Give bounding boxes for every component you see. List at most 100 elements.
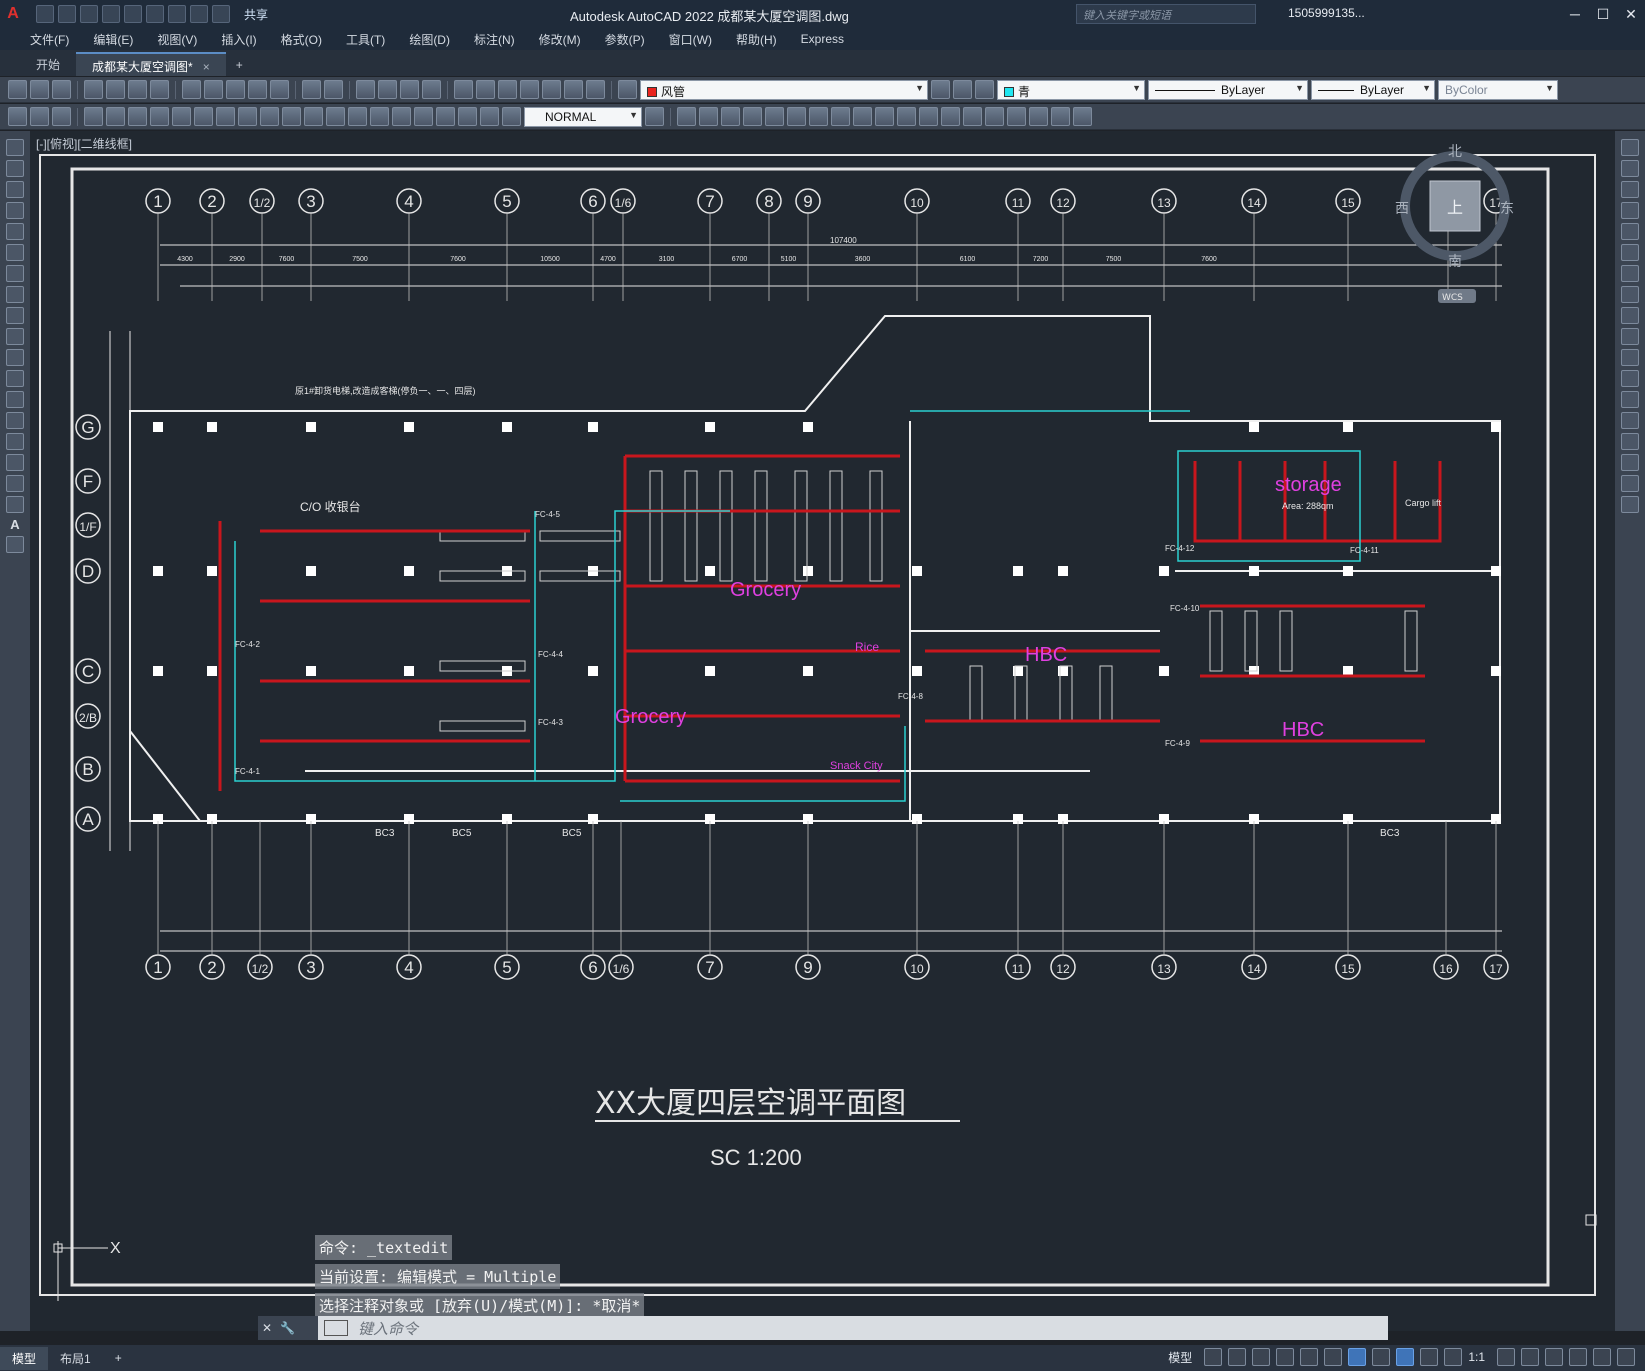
menu-draw[interactable]: 绘图(D) [397,31,462,48]
make-block-icon[interactable] [6,391,24,408]
modify-19-icon[interactable] [1073,107,1092,126]
make-current-layer-icon[interactable] [931,80,950,99]
diameter-dim-icon[interactable] [216,107,235,126]
trim-icon[interactable] [1621,328,1639,345]
minimize-button[interactable]: ─ [1561,0,1589,28]
snap-icon[interactable] [1228,1348,1247,1366]
array-icon[interactable] [1621,223,1639,240]
annotation-monitor-icon[interactable] [1521,1348,1539,1366]
lineweight-icon[interactable] [1372,1348,1391,1366]
color-dropdown[interactable]: 青 ▼ [997,79,1145,100]
layer-match-icon[interactable] [8,107,27,126]
command-input[interactable]: 键入命令 [348,1318,418,1339]
extend-icon[interactable] [1621,349,1639,366]
help-icon[interactable] [586,80,605,99]
layer-dropdown[interactable]: 风管 ▼ [640,79,928,100]
menu-tools[interactable]: 工具(T) [334,31,397,48]
baseline-dim-icon[interactable] [282,107,301,126]
auto-scale-icon[interactable] [1420,1348,1439,1366]
modify-5-icon[interactable] [765,107,784,126]
chamfer-icon[interactable] [1621,433,1639,450]
layer-state-icon[interactable] [975,80,994,99]
menu-parametric[interactable]: 参数(P) [593,31,657,48]
menu-express[interactable]: Express [789,32,856,46]
print-icon[interactable] [84,80,103,99]
add-layout-button[interactable]: + [103,1348,134,1368]
menu-edit[interactable]: 编辑(E) [81,31,145,48]
add-selected-icon[interactable] [6,536,24,553]
continue-dim-icon[interactable] [304,107,323,126]
modify-10-icon[interactable] [875,107,894,126]
quick-dim-icon[interactable] [260,107,279,126]
redo-icon[interactable] [212,5,230,23]
tolerance-icon[interactable] [370,107,389,126]
ellipse-icon[interactable] [6,328,24,345]
modify-17-icon[interactable] [1029,107,1048,126]
line-icon[interactable] [6,139,24,156]
drawing-canvas[interactable]: [-][俯视][二维线框] 107400 1 2 1/2 3 4 5 6 1/6… [30,131,1615,1331]
center-mark-icon[interactable] [392,107,411,126]
layer-unisolate-icon[interactable] [52,107,71,126]
open-file-icon[interactable] [30,80,49,99]
properties-icon[interactable] [454,80,473,99]
isolate-objects-icon[interactable] [1545,1348,1563,1366]
open-web-icon[interactable] [124,5,142,23]
linetype-dropdown[interactable]: ByLayer ▼ [1148,79,1308,100]
menu-dimension[interactable]: 标注(N) [462,31,527,48]
user-account[interactable]: 1505999135... [1288,6,1365,20]
sheet-set-icon[interactable] [520,80,539,99]
layer-iso-icon[interactable] [30,107,49,126]
layer-previous-icon[interactable] [953,80,972,99]
zoom-window-icon[interactable] [400,80,419,99]
hatch-icon[interactable] [6,433,24,450]
autocad-logo-icon[interactable]: A [0,0,26,28]
modify-7-icon[interactable] [809,107,828,126]
menu-format[interactable]: 格式(O) [269,31,334,48]
viewcube-west[interactable]: 西 [1395,201,1409,217]
jogged-linear-icon[interactable] [436,107,455,126]
break-icon[interactable] [1621,391,1639,408]
revcloud-icon[interactable] [6,286,24,303]
modify-16-icon[interactable] [1007,107,1026,126]
arc-icon[interactable] [6,244,24,261]
3d-print-icon[interactable] [150,80,169,99]
arc-length-icon[interactable] [128,107,147,126]
linear-dim-icon[interactable] [84,107,103,126]
modify-18-icon[interactable] [1051,107,1070,126]
design-center-icon[interactable] [476,80,495,99]
ellipse-arc-icon[interactable] [6,349,24,366]
zoom-realtime-icon[interactable] [378,80,397,99]
tool-palette-icon[interactable] [498,80,517,99]
dim-update-icon[interactable] [502,107,521,126]
ordinate-dim-icon[interactable] [150,107,169,126]
mirror-icon[interactable] [1621,181,1639,198]
tab-model[interactable]: 模型 [0,1346,49,1370]
gradient-icon[interactable] [6,454,24,471]
tab-drawing[interactable]: 成都某大厦空调图* × [76,52,226,76]
model-space-toggle[interactable]: 模型 [1168,1349,1192,1366]
recent-commands-icon[interactable] [324,1320,348,1336]
tab-start[interactable]: 开始 [20,52,76,76]
cut-icon[interactable] [182,80,201,99]
menu-file[interactable]: 文件(F) [18,31,81,48]
viewcube-north[interactable]: 北 [1448,144,1462,160]
mtext-icon[interactable]: A [10,517,19,532]
new-icon[interactable] [36,5,54,23]
aligned-dim-icon[interactable] [106,107,125,126]
share-button[interactable]: 共享 [244,6,268,23]
join-icon[interactable] [1621,412,1639,429]
isodraft-icon[interactable] [1300,1348,1319,1366]
table-icon[interactable] [6,496,24,513]
jogged-dim-icon[interactable] [194,107,213,126]
modify-3-icon[interactable] [721,107,740,126]
object-snap-icon[interactable] [1348,1348,1367,1366]
annotation-scale-icon[interactable] [1444,1348,1463,1366]
stretch-icon[interactable] [1621,307,1639,324]
close-button[interactable]: ✕ [1617,0,1645,28]
copy-object-icon[interactable] [1621,160,1639,177]
dim-break-icon[interactable] [348,107,367,126]
modify-12-icon[interactable] [919,107,938,126]
angular-dim-icon[interactable] [238,107,257,126]
annotation-scale-value[interactable]: 1:1 [1468,1350,1485,1364]
save-icon[interactable] [80,5,98,23]
